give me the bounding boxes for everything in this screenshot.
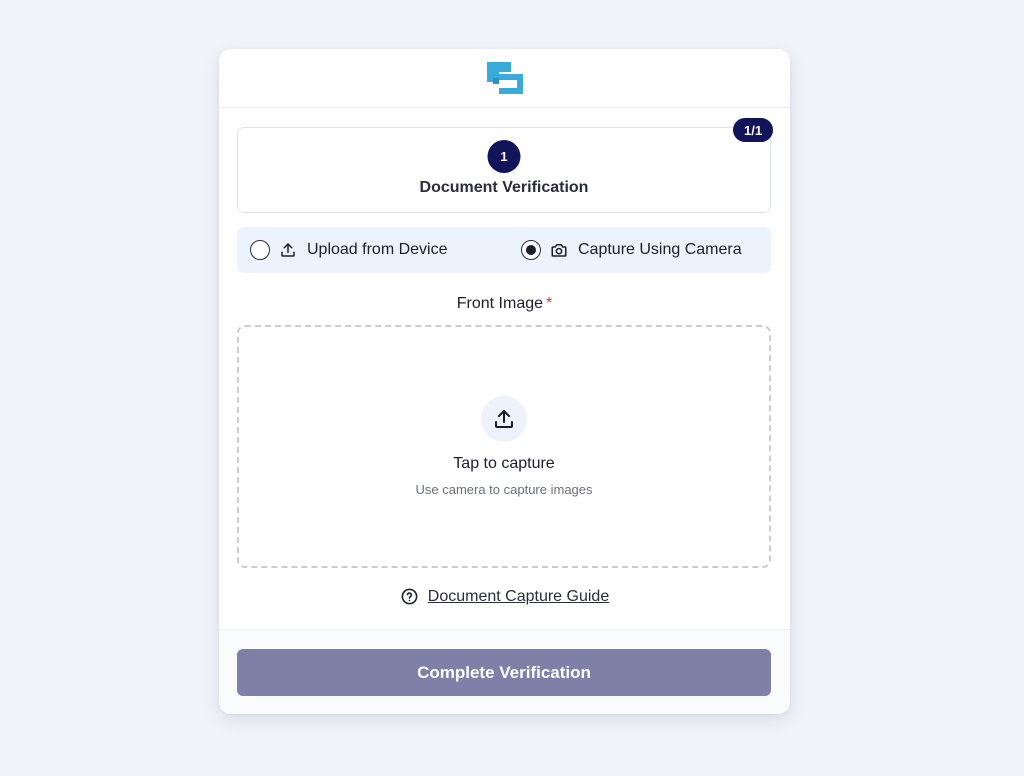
upload-icon (281, 243, 295, 257)
step-number: 1 (487, 140, 521, 173)
front-image-label: Front Image * (219, 295, 790, 313)
upload-icon (495, 410, 513, 428)
upload-radio[interactable] (250, 240, 270, 260)
capture-dropzone[interactable]: Tap to capture Use camera to capture ima… (237, 325, 771, 568)
step-title: Document Verification (419, 179, 589, 196)
verification-card: 1 Document Verification 1/1 Upload from … (219, 49, 790, 714)
radio-selected-dot (526, 245, 536, 255)
capture-method-selector: Upload from Device Capture Using Camera (237, 227, 771, 273)
camera-option-label: Capture Using Camera (578, 241, 742, 258)
brand-logo-icon (486, 62, 523, 94)
tap-to-capture-subtitle: Use camera to capture images (415, 482, 593, 497)
tap-to-capture-title: Tap to capture (453, 455, 555, 472)
capture-guide: Document Capture Guide (219, 587, 790, 606)
help-circle-icon (401, 588, 418, 605)
camera-radio[interactable] (521, 240, 541, 260)
document-capture-guide-link[interactable]: Document Capture Guide (428, 588, 609, 606)
front-image-label-text: Front Image (456, 295, 544, 312)
capture-icon-circle (481, 396, 527, 442)
card-footer: Complete Verification (219, 629, 790, 714)
upload-option-label: Upload from Device (307, 241, 448, 258)
capture-using-camera-option[interactable]: Capture Using Camera (521, 227, 742, 273)
step-progress-badge: 1/1 (733, 118, 774, 142)
complete-verification-button[interactable]: Complete Verification (237, 649, 771, 696)
card-header (219, 49, 790, 108)
upload-from-device-option[interactable]: Upload from Device (250, 227, 448, 273)
step-card: 1 Document Verification (237, 127, 771, 213)
camera-icon (551, 244, 567, 257)
required-asterisk: * (546, 295, 553, 312)
